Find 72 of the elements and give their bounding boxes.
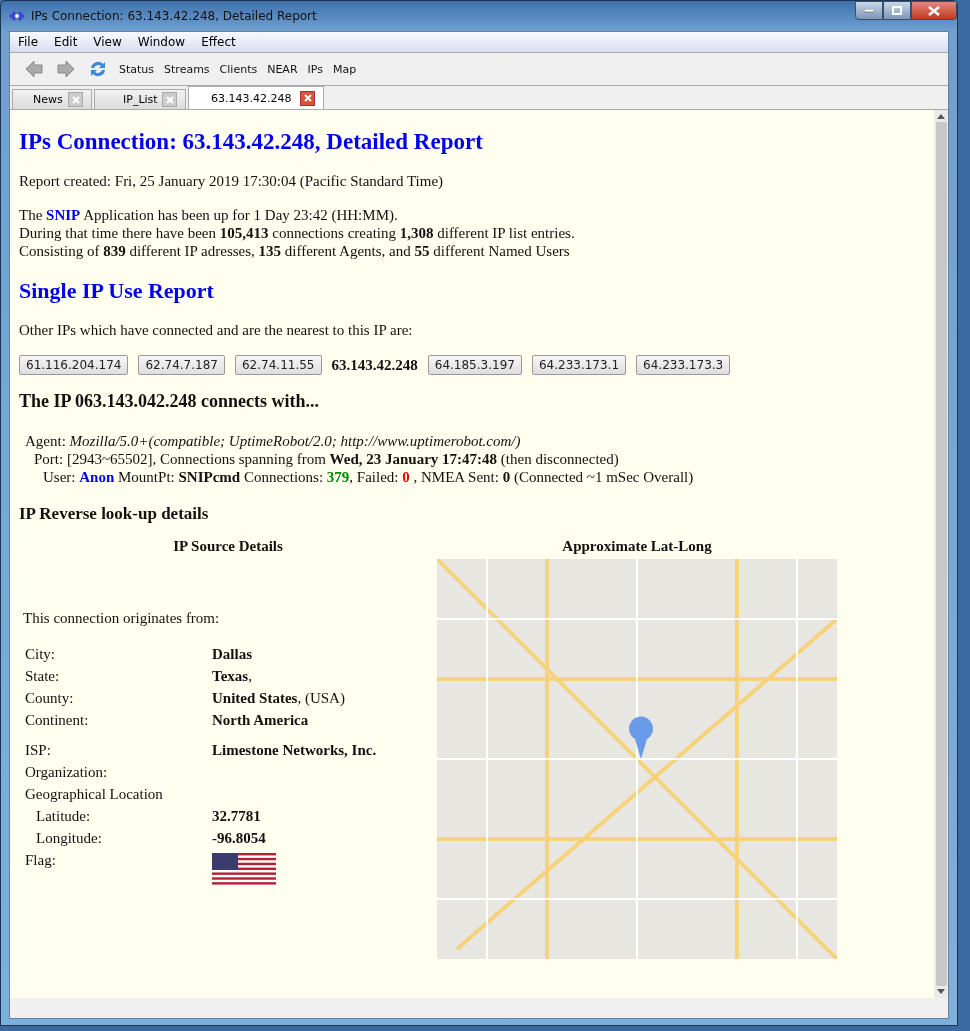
scrollbar[interactable]	[934, 110, 948, 998]
close-button[interactable]	[911, 1, 957, 20]
nearest-intro: Other IPs which have connected and are the nearest to this IP are:	[19, 322, 414, 339]
link[interactable]: SNIP	[46, 207, 81, 223]
scroll-up-icon	[937, 114, 945, 119]
ip-button[interactable]: 64.185.3.197	[427, 355, 522, 375]
window-title: IPs Connection: 63.143.42.248, Detailed Report	[31, 9, 317, 23]
field-label: Flag:	[25, 851, 57, 870]
field-label: State:	[25, 667, 61, 686]
report-title: IPs Connection: 63.143.42.248, Detailed Report	[19, 129, 484, 155]
ip-button[interactable]: 62.74.7.187	[138, 355, 225, 375]
field-label: County:	[25, 689, 75, 708]
field-value: Limestone Networks, Inc.	[212, 741, 377, 760]
scroll-thumb[interactable]	[935, 122, 947, 986]
field-label: City:	[25, 645, 56, 664]
tab[interactable]: News	[12, 89, 92, 109]
connection-line: Agent: Mozilla/5.0+(compatible; UptimeRobot/2.0; http://www.uptimerobot.com/)	[25, 432, 522, 450]
toolbar-button[interactable]: IPs	[304, 62, 326, 76]
column-heading: Approximate Lat-Long	[561, 538, 713, 555]
lookup-title: IP Reverse look-up details	[19, 504, 210, 524]
tab[interactable]: IP_List	[94, 89, 186, 109]
summary-line: During that time there have been 105,413 connections creating 1,308 different IP list entries.	[19, 224, 576, 242]
toolbar-button[interactable]: NEAR	[264, 62, 301, 76]
field-label: Organization:	[25, 763, 109, 782]
minimize-icon	[864, 8, 874, 13]
connection-line: Port: [2943~65502], Connections spanning from Wed, 23 January 17:47:48 (then disconnected)	[34, 450, 620, 468]
connects-title: The IP 063.143.042.248 connects with...	[19, 391, 320, 412]
ip-button[interactable]: 64.233.173.3	[636, 355, 731, 375]
refresh-icon	[88, 59, 108, 79]
tab[interactable]: 63.143.42.248	[188, 86, 324, 109]
field-value: United States, (USA)	[212, 689, 345, 708]
section-title: Single IP Use Report	[19, 278, 215, 304]
menu-item[interactable]: Edit	[46, 35, 86, 49]
forward-arrow-icon	[56, 59, 76, 79]
summary-line: Consisting of 839 different IP adresses, 135 different Agents, and 55 different Named Users	[19, 242, 571, 260]
back-arrow-icon	[24, 59, 44, 79]
connection-line: User: Anon MountPt: SNIPcmd Connections: 379, Failed: 0 , NMEA Sent: 0 (Connected ~1 mSec Overall)	[43, 468, 695, 486]
column-heading: IP Source Details	[172, 538, 284, 555]
flag-icon	[212, 853, 276, 887]
menu-item[interactable]: View	[85, 35, 130, 49]
menu-item[interactable]: File	[10, 35, 47, 49]
toolbar-button[interactable]: Streams	[161, 62, 213, 76]
field-label: Continent:	[25, 711, 90, 730]
menu-item[interactable]: Effect	[193, 35, 244, 49]
toolbar-button[interactable]: Clients	[216, 62, 261, 76]
toolbar-button[interactable]: Status	[116, 62, 158, 76]
report-created: Report created: Fri, 25 January 2019 17:30:04 (Pacific Standard Time)	[19, 173, 445, 190]
field-value: Dallas	[212, 645, 252, 664]
link[interactable]: Anon	[79, 469, 115, 485]
ip-button[interactable]: 64.233.173.1	[531, 355, 627, 375]
field-label: Longitude:	[35, 829, 103, 848]
origin-intro: This connection originates from:	[23, 610, 221, 627]
ip-button[interactable]: 62.74.11.55	[234, 355, 322, 375]
field-value: -96.8054	[212, 829, 266, 848]
field-label: Latitude:	[35, 807, 92, 826]
close-icon[interactable]	[300, 90, 315, 106]
field-value: North America	[212, 711, 309, 730]
toolbar-button[interactable]: Map	[329, 62, 360, 76]
field-value: 32.7781	[212, 807, 261, 826]
current-ip: 63.143.42.248	[331, 356, 418, 374]
field-label: Geographical Location	[25, 785, 164, 804]
field-value: Texas,	[212, 667, 252, 686]
close-icon	[928, 5, 940, 16]
menu-item[interactable]: Window	[129, 35, 194, 49]
scroll-down-icon	[937, 989, 945, 994]
app-icon	[9, 10, 25, 22]
ip-button[interactable]: 61.116.204.174	[19, 355, 129, 375]
minimize-button[interactable]	[855, 1, 883, 20]
summary-line: The SNIP Application has been up for 1 Day 23:42 (HH:MM).	[19, 206, 399, 224]
maximize-icon	[892, 6, 902, 15]
maximize-button[interactable]	[883, 1, 911, 20]
field-label: ISP:	[25, 741, 52, 760]
